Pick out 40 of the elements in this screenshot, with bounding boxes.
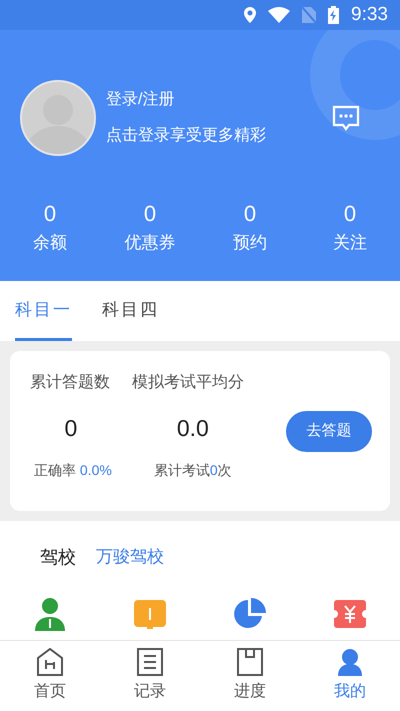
box-icon — [237, 648, 263, 676]
login-register-link[interactable]: 登录/注册 — [106, 88, 296, 112]
avatar-icon[interactable] — [20, 80, 96, 156]
nav-tab[interactable]: 我的 — [300, 641, 400, 711]
location-icon — [244, 7, 256, 23]
stat-label[interactable]: 预约 — [233, 230, 267, 256]
wifi-icon — [268, 7, 290, 23]
stat-value: 0 — [44, 200, 56, 228]
stat-label[interactable]: 关注 — [333, 230, 367, 256]
stat-value: 0 — [344, 200, 356, 228]
nav-tab[interactable]: 进度 — [200, 641, 300, 711]
user-icon — [337, 648, 363, 676]
book-icon[interactable] — [134, 600, 166, 628]
home-icon — [37, 648, 63, 676]
nav-tab[interactable]: 记录 — [100, 641, 200, 711]
card-value: 0 — [64, 414, 78, 443]
battery-charging-icon — [328, 6, 340, 24]
answer-button[interactable]: 去答题 — [286, 411, 372, 452]
subject-tab[interactable]: 科目一 — [15, 281, 72, 341]
subject-tab[interactable]: 科目四 — [102, 281, 159, 341]
school-name[interactable]: 万骏驾校 — [96, 544, 164, 570]
pie-chart-icon[interactable] — [234, 598, 266, 630]
person-icon[interactable] — [35, 597, 65, 631]
list-icon — [137, 648, 163, 676]
no-sim-icon — [302, 7, 316, 23]
login-hint: 点击登录享受更多精彩 — [106, 126, 267, 146]
card-value: 0.0 — [176, 414, 210, 443]
nav-tab[interactable]: 首页 — [0, 641, 100, 711]
clock-time: 9:33 — [351, 2, 388, 27]
stat-value: 0 — [244, 200, 256, 228]
coupon-icon[interactable] — [334, 600, 366, 628]
card-label: 模拟考试平均分 — [132, 372, 244, 393]
stat-label[interactable]: 余额 — [33, 230, 67, 256]
exam-count-text: 累计考试0次 — [154, 460, 233, 480]
message-icon[interactable] — [332, 105, 360, 131]
accuracy-text: 正确率 0.0% — [34, 460, 112, 480]
stat-label[interactable]: 优惠券 — [124, 230, 176, 256]
stat-value: 0 — [144, 200, 156, 228]
school-label: 驾校 — [40, 546, 76, 568]
card-label: 累计答题数 — [30, 372, 111, 393]
